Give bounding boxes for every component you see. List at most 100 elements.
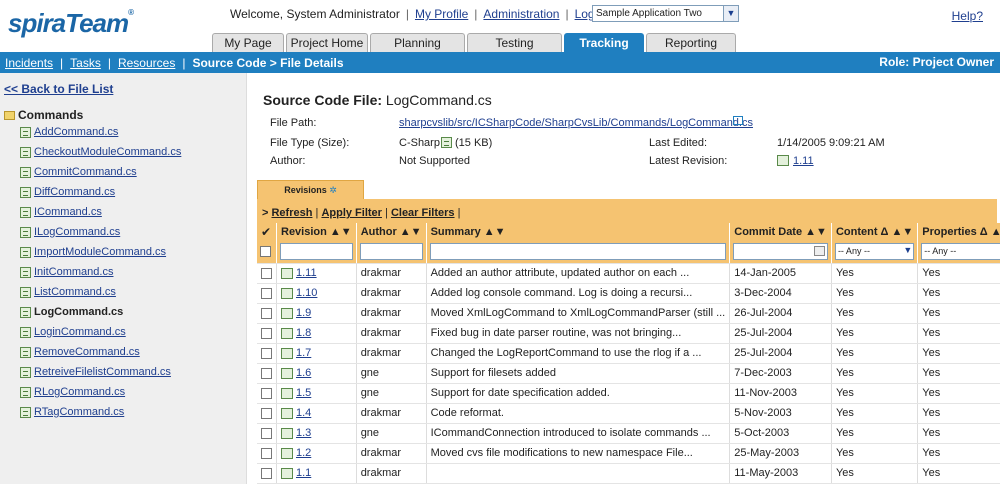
file-item[interactable]: ImportModuleCommand.cs: [20, 242, 181, 262]
tab-my-page[interactable]: My Page: [212, 33, 284, 52]
file-item[interactable]: ListCommand.cs: [20, 282, 181, 302]
author-cell: gne: [356, 383, 427, 404]
help-link[interactable]: Help?: [952, 9, 983, 23]
revision-link[interactable]: 1.11: [296, 267, 317, 279]
revision-link[interactable]: 1.1: [296, 467, 311, 479]
row-checkbox[interactable]: [261, 287, 272, 299]
row-checkbox[interactable]: [261, 407, 272, 419]
author-cell: drakmar: [356, 263, 427, 284]
file-size-value: (15 KB): [455, 137, 493, 149]
table-row: 1.9 drakmar Moved XmlLogCommand to XmlLogC…: [257, 303, 1000, 324]
revision-link[interactable]: 1.3: [296, 427, 311, 439]
author-filter-input[interactable]: [359, 243, 423, 261]
content-filter-select[interactable]: -- Any -- ▼: [834, 243, 915, 261]
latest-revision-link[interactable]: 1.11: [793, 155, 814, 167]
table-row: 1.10 drakmar Added log console command. Lo…: [257, 283, 1000, 304]
column-header-summary[interactable]: Summary ▲▼: [426, 223, 731, 241]
row-select-cell: [257, 463, 277, 484]
revision-filter-input[interactable]: [280, 243, 353, 261]
row-select-cell: [257, 363, 277, 384]
my-profile-link[interactable]: My Profile: [415, 7, 468, 21]
column-header-properties[interactable]: Properties Δ ▲▼: [917, 223, 1000, 241]
file-item-selected[interactable]: LogCommand.cs: [20, 302, 181, 322]
file-item[interactable]: DiffCommand.cs: [20, 182, 181, 202]
tab-project-home[interactable]: Project Home: [286, 33, 368, 52]
administration-link[interactable]: Administration: [483, 7, 559, 21]
properties-cell: Yes: [917, 403, 1000, 424]
row-checkbox[interactable]: [261, 267, 272, 279]
table-row: 1.4 drakmar Code reformat. 5-Nov-2003 Yes Yes: [257, 403, 1000, 424]
file-item[interactable]: ICommand.cs: [20, 202, 181, 222]
file-item[interactable]: RTagCommand.cs: [20, 402, 181, 422]
back-to-file-list-link[interactable]: << Back to File List: [4, 82, 113, 96]
commit-date-filter-input[interactable]: [733, 243, 828, 261]
refresh-link[interactable]: Refresh: [271, 207, 312, 219]
clear-filters-link[interactable]: Clear Filters: [391, 207, 455, 219]
page-title: Source Code File: LogCommand.cs: [263, 92, 492, 108]
row-checkbox[interactable]: [261, 307, 272, 319]
file-item[interactable]: RemoveCommand.cs: [20, 342, 181, 362]
tab-reporting[interactable]: Reporting: [646, 33, 736, 52]
revision-link[interactable]: 1.6: [296, 367, 311, 379]
author-cell: gne: [356, 423, 427, 444]
tasks-link[interactable]: Tasks: [70, 56, 101, 70]
revision-link[interactable]: 1.2: [296, 447, 311, 459]
column-header-content[interactable]: Content Δ ▲▼: [831, 223, 919, 241]
select-all-header[interactable]: ✔: [257, 223, 277, 241]
tab-planning[interactable]: Planning: [370, 33, 465, 52]
revision-link[interactable]: 1.9: [296, 307, 311, 319]
file-item[interactable]: RLogCommand.cs: [20, 382, 181, 402]
row-checkbox[interactable]: [261, 387, 272, 399]
row-checkbox[interactable]: [261, 327, 272, 339]
row-checkbox[interactable]: [261, 467, 272, 479]
tab-revisions[interactable]: Revisions ✲: [257, 180, 364, 200]
select-all-checkbox[interactable]: [260, 246, 271, 258]
file-item[interactable]: InitCommand.cs: [20, 262, 181, 282]
revision-link[interactable]: 1.10: [296, 287, 317, 299]
calendar-icon[interactable]: [813, 246, 825, 257]
content-cell: Yes: [831, 263, 919, 284]
resources-link[interactable]: Resources: [118, 56, 175, 70]
revision-link[interactable]: 1.8: [296, 327, 311, 339]
column-header-author[interactable]: Author ▲▼: [356, 223, 427, 241]
row-checkbox[interactable]: [261, 447, 272, 459]
table-row: 1.8 drakmar Fixed bug in date parser routi…: [257, 323, 1000, 344]
file-path-link[interactable]: sharpcvslib/src/ICSharpCode/SharpCvsLib/…: [399, 117, 753, 129]
external-link-icon[interactable]: [733, 116, 743, 125]
row-checkbox[interactable]: [261, 347, 272, 359]
table-row: 1.5 gne Support for date specification add…: [257, 383, 1000, 404]
revision-icon: [281, 367, 293, 379]
file-item[interactable]: RetreiveFilelistCommand.cs: [20, 362, 181, 382]
summary-filter-input[interactable]: [429, 243, 727, 261]
file-item[interactable]: AddCommand.cs: [20, 122, 181, 142]
row-checkbox[interactable]: [261, 427, 272, 439]
file-item[interactable]: CheckoutModuleCommand.cs: [20, 142, 181, 162]
apply-filter-link[interactable]: Apply Filter: [321, 207, 382, 219]
cs-file-icon: [20, 326, 31, 338]
revision-link[interactable]: 1.7: [296, 347, 311, 359]
incidents-link[interactable]: Incidents: [5, 56, 53, 70]
tab-tracking[interactable]: Tracking: [564, 33, 644, 52]
column-header-commit-date[interactable]: Commit Date ▲▼: [729, 223, 832, 241]
chevron-down-icon: ▼: [723, 6, 738, 21]
folder-commands[interactable]: Commands: [4, 108, 83, 122]
project-select[interactable]: Sample Application Two ▼: [592, 5, 739, 22]
revision-link[interactable]: 1.5: [296, 387, 311, 399]
file-item[interactable]: CommitCommand.cs: [20, 162, 181, 182]
folder-icon: [4, 110, 15, 120]
row-select-cell: [257, 423, 277, 444]
file-sidebar: << Back to File List Commands AddCommand…: [0, 73, 247, 484]
row-checkbox[interactable]: [261, 367, 272, 379]
file-item[interactable]: LoginCommand.cs: [20, 322, 181, 342]
properties-filter-select[interactable]: -- Any --▼: [921, 243, 1000, 261]
tab-testing[interactable]: Testing: [467, 33, 562, 52]
revision-cell: 1.4: [276, 403, 357, 424]
file-item[interactable]: ILogCommand.cs: [20, 222, 181, 242]
author-cell: drakmar: [356, 343, 427, 364]
revision-cell: 1.5: [276, 383, 357, 404]
cs-file-icon: [20, 386, 31, 398]
table-row: 1.11 drakmar Added an author attribute, up…: [257, 263, 1000, 284]
revision-icon: [281, 407, 293, 419]
column-header-revision[interactable]: Revision ▲▼: [276, 223, 357, 241]
revision-link[interactable]: 1.4: [296, 407, 311, 419]
